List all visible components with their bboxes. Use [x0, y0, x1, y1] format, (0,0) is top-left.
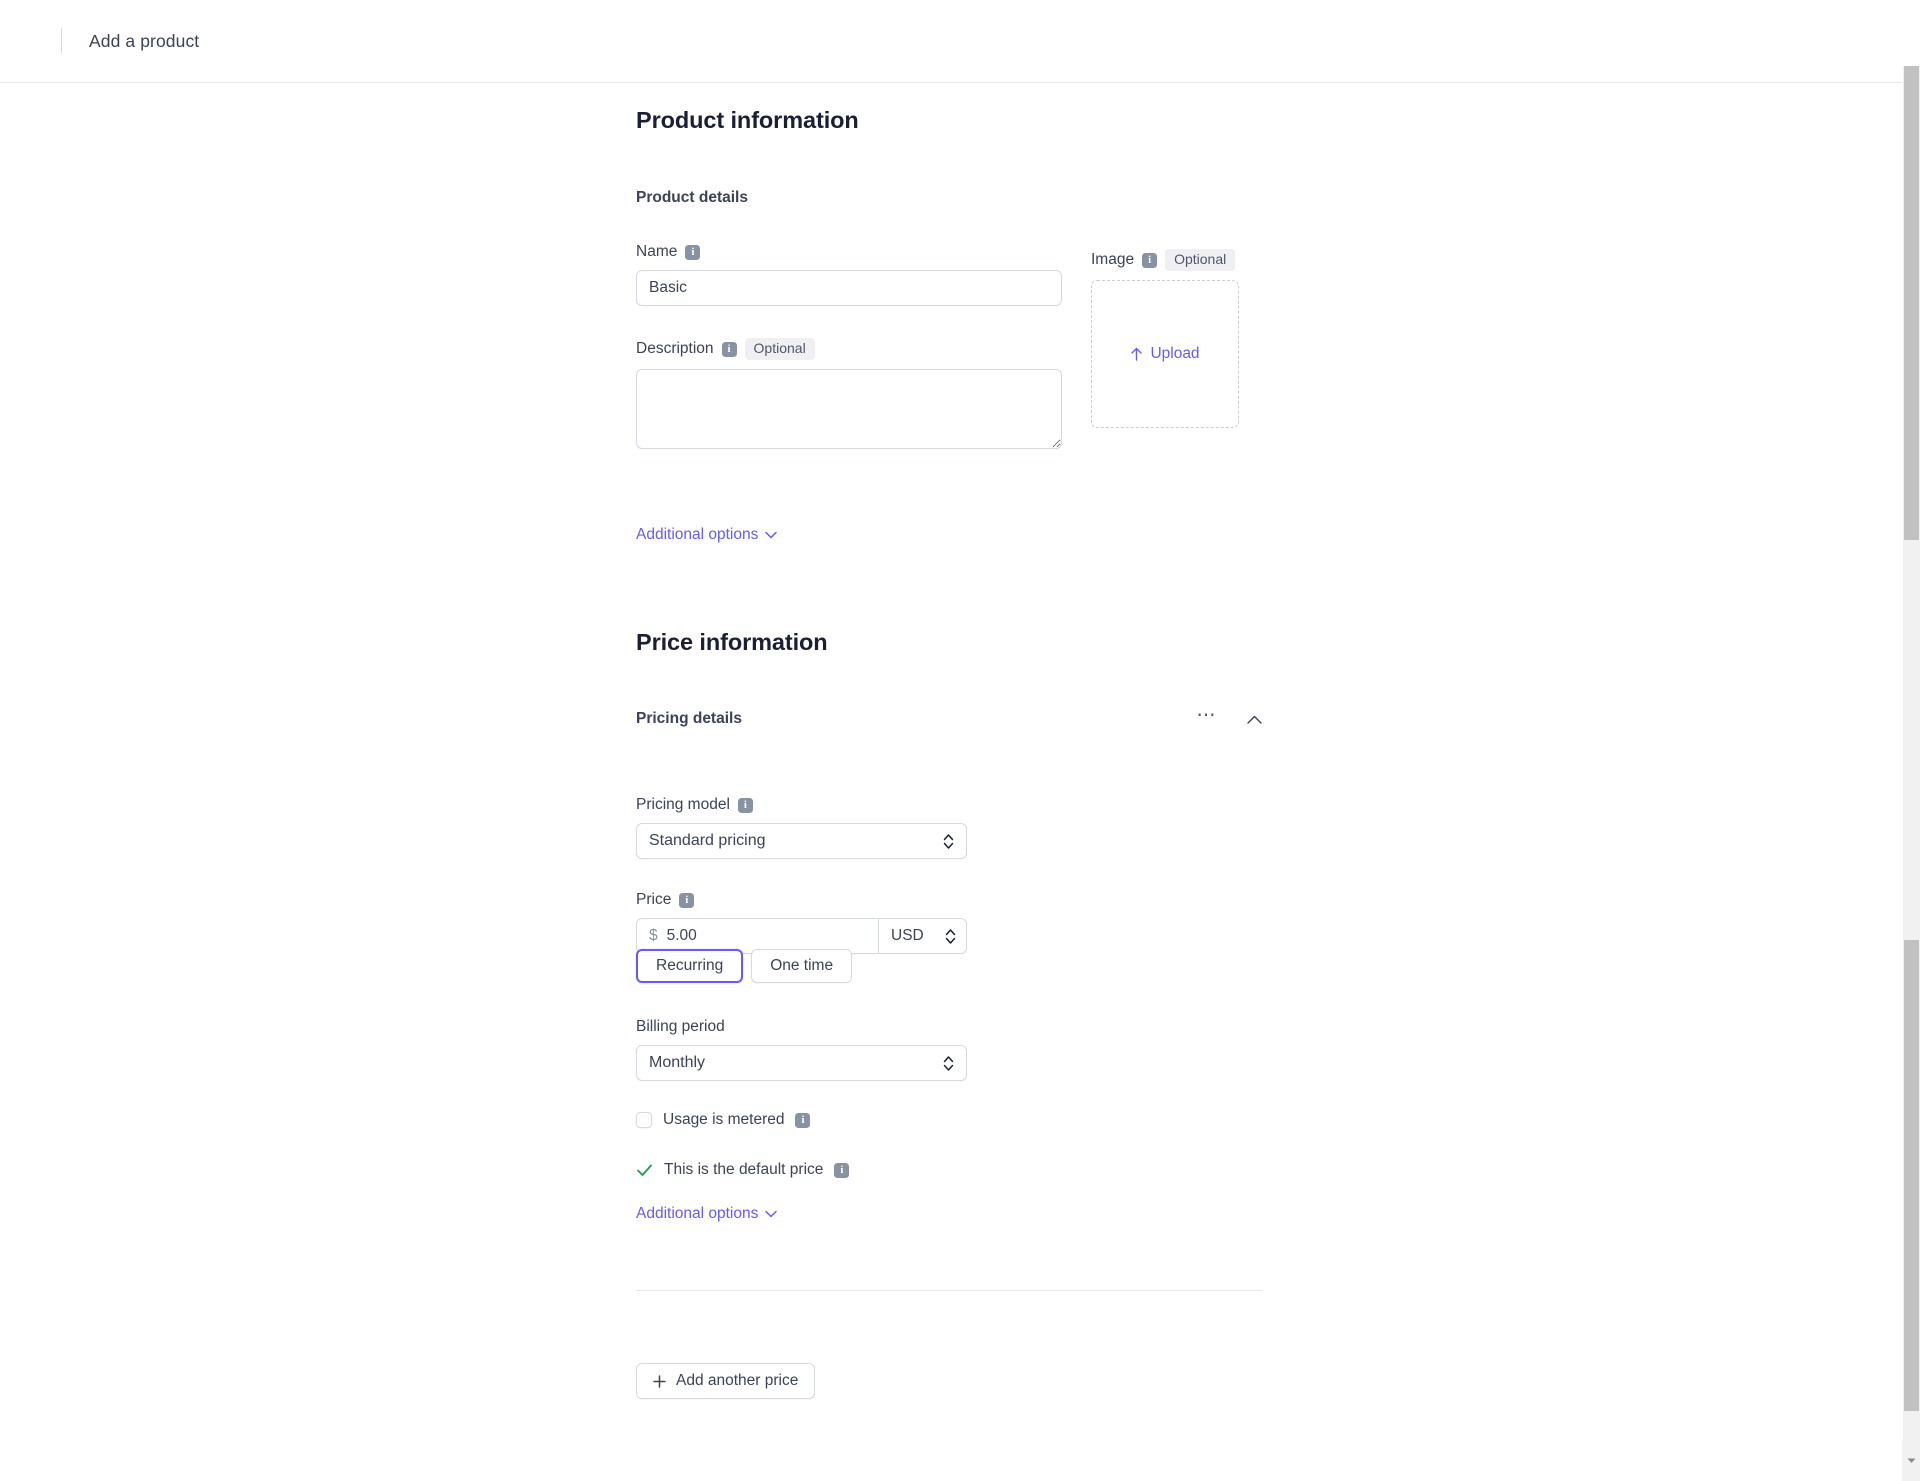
image-label: Image — [1091, 251, 1135, 269]
plus-icon — [653, 1374, 666, 1388]
info-icon[interactable]: i — [737, 797, 753, 813]
upload-arrow-icon — [1131, 348, 1143, 362]
pricing-details-subheading: Pricing details — [636, 710, 742, 727]
currency-symbol: $ — [649, 927, 658, 944]
ellipsis-icon[interactable]: ⋯ — [1197, 706, 1218, 728]
pricing-model-label: Pricing model — [636, 796, 730, 813]
header-divider — [61, 28, 62, 54]
scrollbar-thumb-lower[interactable] — [1904, 940, 1919, 1411]
default-price-row: This is the default price i — [636, 1161, 850, 1179]
chevron-updown-icon — [945, 928, 956, 944]
info-icon[interactable]: i — [795, 1112, 811, 1128]
scrollbar-thumb-upper[interactable] — [1904, 66, 1919, 540]
name-label: Name — [636, 243, 678, 260]
usage-metered-row[interactable]: Usage is metered i — [636, 1111, 811, 1129]
billing-period-select[interactable]: Monthly — [636, 1045, 967, 1081]
optional-badge: Optional — [744, 338, 815, 361]
description-textarea[interactable] — [636, 369, 1062, 450]
info-icon[interactable]: i — [1142, 252, 1158, 268]
info-icon[interactable]: i — [685, 244, 701, 260]
name-input[interactable] — [636, 270, 1062, 306]
info-icon[interactable]: i — [834, 1162, 850, 1178]
upload-label: Upload — [1150, 345, 1200, 363]
page-title: Add a product — [89, 30, 200, 51]
price-additional-options-label: Additional options — [636, 1205, 759, 1222]
scrollbar-down-button[interactable] — [1902, 1441, 1920, 1481]
pricing-model-value: Standard pricing — [649, 832, 766, 849]
default-price-label: This is the default price — [664, 1161, 824, 1178]
image-upload-dropzone[interactable]: Upload — [1091, 280, 1239, 429]
billing-period-value: Monthly — [649, 1054, 706, 1071]
description-label: Description — [636, 340, 714, 358]
scroll-down-arrow-icon — [1907, 1458, 1915, 1463]
optional-badge: Optional — [1165, 249, 1236, 272]
image-label-row: Image i Optional — [1091, 249, 1239, 272]
top-header-bar: Add a product — [0, 0, 1902, 83]
currency-value: USD — [891, 927, 924, 944]
price-label-row: Price i — [636, 891, 967, 909]
pricing-model-label-row: Pricing model i — [636, 796, 967, 814]
add-another-price-button[interactable]: Add another price — [636, 1363, 816, 1399]
product-additional-options-label: Additional options — [636, 526, 759, 543]
chevron-down-icon — [765, 531, 778, 539]
green-check-icon — [637, 1164, 652, 1176]
one-time-toggle-button[interactable]: One time — [751, 949, 853, 983]
section-divider — [636, 1290, 1262, 1291]
chevron-updown-icon — [943, 1055, 954, 1071]
chevron-up-icon[interactable] — [1247, 715, 1262, 724]
usage-metered-checkbox[interactable] — [636, 1112, 652, 1128]
info-icon[interactable]: i — [721, 341, 737, 357]
info-icon[interactable]: i — [679, 892, 695, 908]
recurring-toggle-button[interactable]: Recurring — [636, 949, 744, 983]
product-details-subheading: Product details — [636, 189, 748, 206]
price-label: Price — [636, 891, 672, 908]
usage-metered-label: Usage is metered — [663, 1111, 785, 1128]
product-additional-options-link[interactable]: Additional options — [636, 526, 778, 544]
price-amount-value: 5.00 — [666, 927, 697, 944]
scrollbar-track[interactable] — [1902, 66, 1920, 1481]
scrollable-form-area: Product information Product details Name… — [0, 83, 1902, 1481]
billing-period-label-row: Billing period — [636, 1018, 967, 1036]
price-additional-options-link[interactable]: Additional options — [636, 1205, 778, 1223]
billing-type-toggle-group: Recurring One time — [636, 949, 853, 983]
chevron-updown-icon — [943, 833, 954, 849]
add-another-price-label: Add another price — [676, 1372, 799, 1389]
name-label-row: Name i — [636, 243, 1062, 261]
product-information-heading: Product information — [636, 107, 859, 133]
chevron-down-icon — [765, 1210, 778, 1218]
currency-select[interactable]: USD — [878, 918, 967, 954]
pricing-model-select[interactable]: Standard pricing — [636, 823, 967, 859]
billing-period-label: Billing period — [636, 1018, 725, 1035]
description-label-row: Description i Optional — [636, 338, 1062, 361]
vertical-scrollbar[interactable] — [1902, 0, 1920, 1481]
price-information-heading: Price information — [636, 629, 828, 655]
